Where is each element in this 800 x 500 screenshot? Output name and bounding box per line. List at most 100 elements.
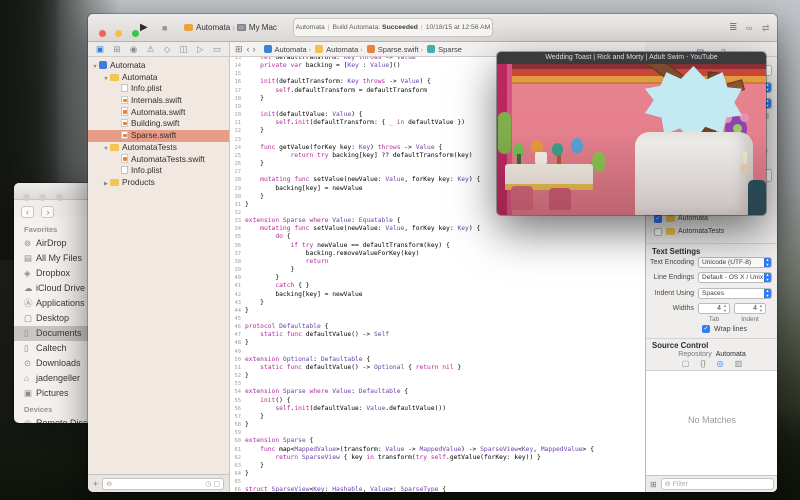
file-tree-row-automatatests[interactable]: ▼ AutomataTests bbox=[88, 142, 229, 154]
breadcrumb-item[interactable]: Sparse.swift bbox=[378, 45, 419, 54]
disclosure-triangle-icon[interactable]: ▼ bbox=[91, 62, 99, 74]
target-checkbox[interactable]: ✓ bbox=[654, 215, 662, 223]
tab-width-stepper[interactable]: 4▲▼ bbox=[698, 303, 730, 314]
version-editor-button[interactable]: ⇄ bbox=[762, 14, 770, 42]
finder-back-button[interactable]: ‹ bbox=[21, 206, 34, 218]
project-icon bbox=[264, 45, 272, 53]
video-titlebar[interactable]: Wedding Toast | Rick and Morty | Adult S… bbox=[497, 52, 766, 64]
project-navigator-icon[interactable]: ▣ bbox=[96, 42, 104, 57]
debug-navigator-icon[interactable]: ◫ bbox=[180, 42, 188, 57]
library-filter-field[interactable]: ⊖ Filter bbox=[661, 478, 774, 490]
file-template-library-icon[interactable]: ▢ bbox=[682, 359, 690, 368]
assistant-editor-button[interactable]: ∞ bbox=[746, 14, 752, 42]
report-navigator-icon[interactable]: ▭ bbox=[213, 42, 221, 57]
code-line: 65 bbox=[230, 478, 645, 486]
clock-icon: ◷ bbox=[205, 480, 211, 488]
breadcrumb-item[interactable]: Automata bbox=[275, 45, 307, 54]
finder-close-button[interactable] bbox=[23, 194, 30, 201]
line-number: 41 bbox=[230, 283, 245, 290]
line-number: 62 bbox=[230, 455, 245, 462]
swift-icon bbox=[121, 107, 128, 116]
go-forward-icon[interactable]: › bbox=[253, 42, 256, 57]
folder-icon bbox=[110, 74, 119, 81]
disclosure-triangle-icon[interactable]: ▼ bbox=[102, 144, 110, 156]
finder-zoom-button[interactable] bbox=[56, 194, 63, 201]
line-number: 32 bbox=[230, 210, 245, 217]
code-line: 37 backing.removeValueForKey(key) bbox=[230, 250, 645, 258]
file-tree-row-automata[interactable]: ▼ Automata bbox=[88, 60, 229, 72]
video-player-window[interactable]: Wedding Toast | Rick and Morty | Adult S… bbox=[497, 52, 766, 215]
indent-using-dropdown[interactable]: Spaces▲▼ bbox=[698, 288, 772, 299]
stop-button[interactable]: ■ bbox=[162, 14, 167, 42]
object-library-icon[interactable]: ◎ bbox=[717, 359, 724, 368]
line-number: 31 bbox=[230, 202, 245, 209]
code-line: 59 bbox=[230, 429, 645, 437]
video-frame[interactable] bbox=[497, 64, 766, 215]
go-back-icon[interactable]: ‹ bbox=[247, 42, 250, 57]
destination-icon bbox=[237, 24, 246, 31]
code-line: 66struct SparseView<Key: Hashable, Value… bbox=[230, 486, 645, 492]
run-button[interactable]: ▶ bbox=[140, 14, 148, 42]
line-number: 64 bbox=[230, 471, 245, 478]
line-number: 47 bbox=[230, 332, 245, 339]
library-content: No Matches bbox=[646, 370, 777, 475]
tab-label: Tab bbox=[698, 316, 730, 323]
swift-file-icon bbox=[367, 45, 375, 53]
disclosure-triangle-icon[interactable]: ▶ bbox=[102, 179, 110, 191]
close-button[interactable] bbox=[99, 30, 106, 37]
home-icon: ⌂ bbox=[24, 371, 36, 386]
line-number: 21 bbox=[230, 120, 245, 127]
line-number: 14 bbox=[230, 63, 245, 70]
file-tree-row-products[interactable]: ▶ Products bbox=[88, 177, 229, 189]
symbol-navigator-icon[interactable]: ⊞ bbox=[113, 42, 120, 57]
snippet-library-icon[interactable]: {} bbox=[700, 359, 705, 368]
line-number: 54 bbox=[230, 389, 245, 396]
line-number: 25 bbox=[230, 153, 245, 160]
finder-minimize-button[interactable] bbox=[39, 194, 46, 201]
finder-item-label: Applications bbox=[36, 298, 85, 308]
code-line: 43 } bbox=[230, 299, 645, 307]
file-tree-row-info-plist[interactable]: Info.plist bbox=[88, 165, 229, 177]
file-name: Automata bbox=[110, 60, 146, 70]
file-tree-row-automata[interactable]: ▼Automata bbox=[88, 72, 229, 84]
filter-icon: ⊖ bbox=[106, 480, 112, 488]
issue-navigator-icon[interactable]: ⚠ bbox=[147, 42, 155, 57]
line-endings-dropdown[interactable]: Default - OS X / Unix (LF)▲▼ bbox=[698, 272, 772, 283]
finder-item-label: All My Files bbox=[36, 253, 82, 263]
status-project: Automata bbox=[296, 24, 325, 31]
test-navigator-icon[interactable]: ◇ bbox=[164, 42, 171, 57]
standard-editor-button[interactable]: ≣ bbox=[729, 14, 737, 42]
zoom-button[interactable] bbox=[132, 30, 139, 37]
breadcrumb-item[interactable]: Automata bbox=[326, 45, 358, 54]
grid-view-icon[interactable]: ⊞ bbox=[650, 480, 657, 489]
file-tree-row-building-swift[interactable]: Building.swift bbox=[88, 118, 229, 130]
add-button[interactable]: + bbox=[93, 479, 98, 489]
scheme-selector[interactable]: Automata›My Mac bbox=[184, 14, 277, 42]
file-tree-row-sparse-swift[interactable]: Sparse.swift bbox=[88, 130, 229, 142]
plist-icon bbox=[121, 166, 128, 175]
file-tree-row-internals-swift[interactable]: Internals.swift bbox=[88, 95, 229, 107]
code-line: 51 static func defaultValue() -> Optiona… bbox=[230, 364, 645, 372]
text-encoding-dropdown[interactable]: Unicode (UTF-8)▲▼ bbox=[698, 257, 772, 268]
file-tree-row-automata-swift[interactable]: Automata.swift bbox=[88, 107, 229, 119]
wrap-lines-checkbox[interactable]: ✓ bbox=[702, 325, 710, 333]
indent-width-stepper[interactable]: 4▲▼ bbox=[734, 303, 766, 314]
target-checkbox[interactable] bbox=[654, 228, 662, 236]
breakpoint-navigator-icon[interactable]: ▷ bbox=[197, 42, 204, 57]
disclosure-triangle-icon[interactable]: ▼ bbox=[102, 74, 110, 86]
code-line: 64} bbox=[230, 470, 645, 478]
related-items-icon[interactable]: ⊞ bbox=[235, 42, 243, 57]
finder-forward-button[interactable]: › bbox=[41, 206, 54, 218]
media-library-icon[interactable]: ▥ bbox=[735, 359, 743, 368]
navigator-filter-field[interactable]: ⊖ ◷ ▢ bbox=[102, 478, 224, 490]
code-line: 44} bbox=[230, 307, 645, 315]
file-name: Products bbox=[122, 177, 155, 187]
file-name: AutomataTests bbox=[122, 142, 177, 152]
breadcrumb-item[interactable]: Sparse bbox=[438, 45, 462, 54]
document-icon: ▯ bbox=[24, 341, 36, 356]
target-membership-row: AutomataTests bbox=[646, 225, 777, 238]
line-number: 30 bbox=[230, 194, 245, 201]
find-navigator-icon[interactable]: ◉ bbox=[130, 42, 137, 57]
line-number: 22 bbox=[230, 128, 245, 135]
minimize-button[interactable] bbox=[115, 30, 122, 37]
